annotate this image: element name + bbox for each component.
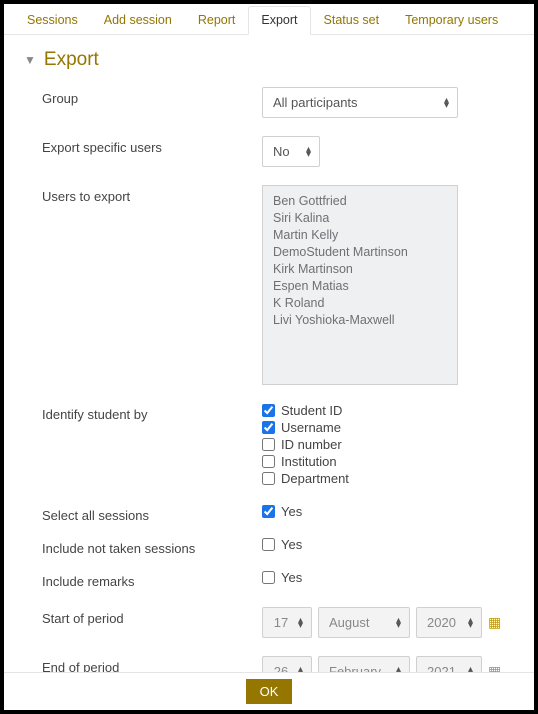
start-month-select[interactable]: August▴▾ <box>318 607 410 638</box>
check-remarks[interactable]: Yes <box>262 570 302 585</box>
updown-icon: ▴▾ <box>306 147 311 157</box>
tab-export[interactable]: Export <box>248 6 310 35</box>
tab-report[interactable]: Report <box>185 6 249 34</box>
check-id-number[interactable]: ID number <box>262 437 349 452</box>
list-item[interactable]: K Roland <box>271 294 449 311</box>
start-year-select[interactable]: 2020▴▾ <box>416 607 482 638</box>
tabs-bar: Sessions Add session Report Export Statu… <box>4 4 534 35</box>
list-item[interactable]: Ben Gottfried <box>271 192 449 209</box>
label-users: Users to export <box>24 185 262 204</box>
export-specific-value: No <box>273 144 290 159</box>
export-specific-select[interactable]: No ▴▾ <box>262 136 320 167</box>
list-item[interactable]: Livi Yoshioka-Maxwell <box>271 311 449 328</box>
tab-sessions[interactable]: Sessions <box>14 6 91 34</box>
tab-temporary-users[interactable]: Temporary users <box>392 6 511 34</box>
list-item[interactable]: Siri Kalina <box>271 209 449 226</box>
check-institution[interactable]: Institution <box>262 454 349 469</box>
label-group: Group <box>24 87 262 106</box>
section-header[interactable]: ▼ Export <box>24 49 514 71</box>
label-not-taken: Include not taken sessions <box>24 537 262 556</box>
updown-icon: ▴▾ <box>396 618 401 628</box>
check-department[interactable]: Department <box>262 471 349 486</box>
footer-bar: OK <box>4 672 534 710</box>
label-start-period: Start of period <box>24 607 262 626</box>
label-identify: Identify student by <box>24 403 262 422</box>
ok-button[interactable]: OK <box>246 679 293 704</box>
list-item[interactable]: Espen Matias <box>271 277 449 294</box>
label-export-specific: Export specific users <box>24 136 262 155</box>
check-username[interactable]: Username <box>262 420 349 435</box>
list-item[interactable]: Martin Kelly <box>271 226 449 243</box>
updown-icon: ▴▾ <box>298 618 303 628</box>
check-student-id[interactable]: Student ID <box>262 403 349 418</box>
tab-add-session[interactable]: Add session <box>91 6 185 34</box>
calendar-icon[interactable]: ▦ <box>488 614 501 631</box>
group-select-value: All participants <box>273 95 358 110</box>
chevron-down-icon: ▼ <box>24 53 36 67</box>
list-item[interactable]: Kirk Martinson <box>271 260 449 277</box>
label-remarks: Include remarks <box>24 570 262 589</box>
group-select[interactable]: All participants ▴▾ <box>262 87 458 118</box>
updown-icon: ▴▾ <box>444 98 449 108</box>
list-item[interactable]: DemoStudent Martinson <box>271 243 449 260</box>
check-not-taken[interactable]: Yes <box>262 537 302 552</box>
check-select-all[interactable]: Yes <box>262 504 302 519</box>
updown-icon: ▴▾ <box>468 618 473 628</box>
start-day-select[interactable]: 17▴▾ <box>262 607 312 638</box>
users-listbox[interactable]: Ben Gottfried Siri Kalina Martin Kelly D… <box>262 185 458 385</box>
section-title: Export <box>44 49 99 71</box>
tab-status-set[interactable]: Status set <box>311 6 393 34</box>
label-select-all: Select all sessions <box>24 504 262 523</box>
